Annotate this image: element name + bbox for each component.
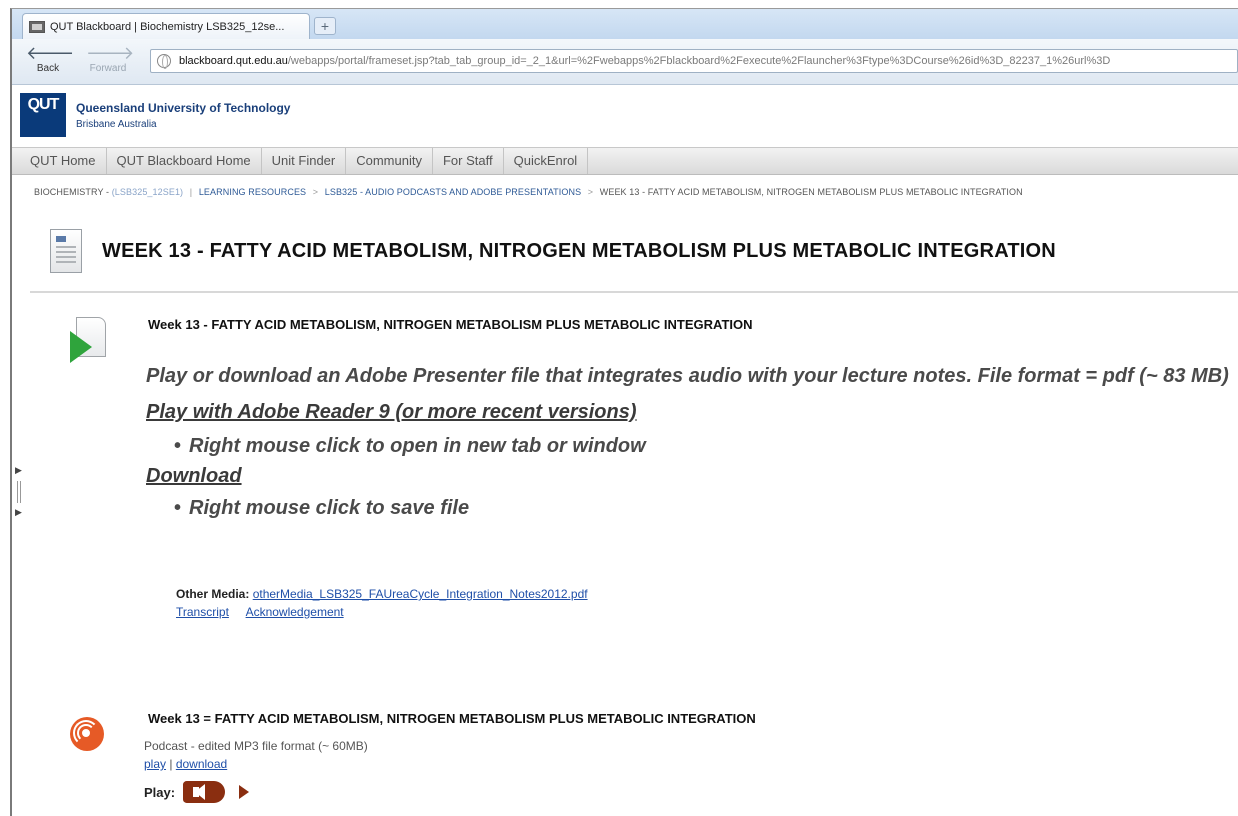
breadcrumb-learning-resources[interactable]: LEARNING RESOURCES <box>199 187 306 197</box>
play-label: Play: <box>144 784 176 800</box>
podcast-download-link[interactable]: download <box>176 757 227 771</box>
nav-blackboard-home[interactable]: QUT Blackboard Home <box>107 148 262 174</box>
download-hint-text: Right mouse click to save file <box>189 497 470 519</box>
top-navigation: QUT Home QUT Blackboard Home Unit Finder… <box>12 147 1238 175</box>
new-tab-button[interactable]: + <box>314 17 336 35</box>
tab-strip: QUT Blackboard | Biochemistry LSB325_12s… <box>12 9 1238 39</box>
nav-quickenrol[interactable]: QuickEnrol <box>504 148 589 174</box>
play-icon[interactable] <box>239 785 250 799</box>
page-heading: WEEK 13 - FATTY ACID METABOLISM, NITROGE… <box>50 223 1056 279</box>
site-header: QUT Queensland University of Technology … <box>12 85 1238 147</box>
item-title[interactable]: Week 13 - FATTY ACID METABOLISM, NITROGE… <box>148 317 753 332</box>
expand-arrow-icon: ▶ <box>15 465 22 475</box>
speaker-icon[interactable] <box>183 781 226 803</box>
item-description: Play or download an Adobe Presenter file… <box>146 365 1229 387</box>
play-hint: • Right mouse click to open in new tab or… <box>174 435 646 457</box>
podcast-meta: Podcast - edited MP3 file format (~ 60MB… <box>144 739 368 753</box>
breadcrumb-chevron-icon: > <box>312 187 319 197</box>
sidebar-toggle[interactable]: ▶ ▶ <box>14 465 26 523</box>
forward-arrow-icon: 🡒 <box>86 43 135 63</box>
forward-button[interactable]: 🡒 Forward <box>86 43 135 81</box>
breadcrumb-separator: | <box>189 187 193 197</box>
item-sub-links: Transcript Acknowledgement <box>176 605 358 619</box>
breadcrumb-podcasts[interactable]: LSB325 - AUDIO PODCASTS AND ADOBE PRESEN… <box>325 187 581 197</box>
breadcrumb: BIOCHEMISTRY - (LSB325_12SE1) | LEARNING… <box>34 187 1023 197</box>
acknowledgement-link[interactable]: Acknowledgement <box>246 605 344 619</box>
podcast-links: play | download <box>144 757 227 771</box>
browser-window: QUT Blackboard | Biochemistry LSB325_12s… <box>10 8 1238 816</box>
other-media-label: Other Media: <box>176 587 250 601</box>
globe-icon <box>157 54 171 69</box>
document-play-icon <box>70 317 106 363</box>
back-label: Back <box>36 63 60 74</box>
qut-logo[interactable]: QUT <box>20 93 66 137</box>
university-location: Brisbane Australia <box>76 119 157 130</box>
download-link-wrap: Download <box>146 465 242 488</box>
download-link[interactable]: Download <box>146 465 242 487</box>
divider <box>30 291 1238 293</box>
expand-arrow-icon: ▶ <box>15 507 22 517</box>
tab-title: QUT Blackboard | Biochemistry LSB325_12s… <box>50 20 285 33</box>
other-media: Other Media: otherMedia_LSB325_FAUreaCyc… <box>176 587 588 601</box>
play-adobe-link-wrap: Play with Adobe Reader 9 (or more recent… <box>146 401 637 424</box>
other-media-file-link[interactable]: otherMedia_LSB325_FAUreaCycle_Integratio… <box>253 587 588 601</box>
browser-tab[interactable]: QUT Blackboard | Biochemistry LSB325_12s… <box>22 13 310 39</box>
url-host: blackboard.qut.edu.au <box>179 55 288 67</box>
play-adobe-reader-link[interactable]: Play with Adobe Reader 9 (or more recent… <box>146 401 637 423</box>
university-name: Queensland University of Technology <box>76 101 291 115</box>
navigation-bar: 🡐 Back 🡒 Forward blackboard.qut.edu.au/w… <box>12 39 1238 85</box>
address-bar[interactable]: blackboard.qut.edu.au/webapps/portal/fra… <box>150 49 1238 73</box>
podcast-play-link[interactable]: play <box>144 757 166 771</box>
nav-community[interactable]: Community <box>346 148 433 174</box>
breadcrumb-current: WEEK 13 - FATTY ACID METABOLISM, NITROGE… <box>599 187 1023 197</box>
audio-player: Play: <box>144 779 250 805</box>
podcast-icon <box>70 717 104 751</box>
play-hint-text: Right mouse click to open in new tab or … <box>189 435 646 457</box>
nav-unit-finder[interactable]: Unit Finder <box>262 148 347 174</box>
breadcrumb-chevron-icon: > <box>587 187 594 197</box>
url-path: /webapps/portal/frameset.jsp?tab_tab_gro… <box>287 55 1111 67</box>
favicon-icon <box>29 20 45 33</box>
breadcrumb-course[interactable]: BIOCHEMISTRY - <box>34 187 109 197</box>
nav-for-staff[interactable]: For Staff <box>433 148 504 174</box>
transcript-link[interactable]: Transcript <box>176 605 229 619</box>
forward-label: Forward <box>89 63 127 74</box>
content-folder-icon <box>50 229 82 273</box>
nav-qut-home[interactable]: QUT Home <box>12 148 107 174</box>
back-arrow-icon: 🡐 <box>26 43 75 63</box>
page-title: WEEK 13 - FATTY ACID METABOLISM, NITROGE… <box>102 239 1056 262</box>
download-hint: • Right mouse click to save file <box>174 497 470 519</box>
breadcrumb-course-id[interactable]: (LSB325_12SE1) <box>112 187 183 197</box>
podcast-title[interactable]: Week 13 = FATTY ACID METABOLISM, NITROGE… <box>148 711 756 726</box>
back-button[interactable]: 🡐 Back <box>26 43 75 81</box>
grip-icon <box>17 481 21 503</box>
link-separator: | <box>169 757 173 771</box>
